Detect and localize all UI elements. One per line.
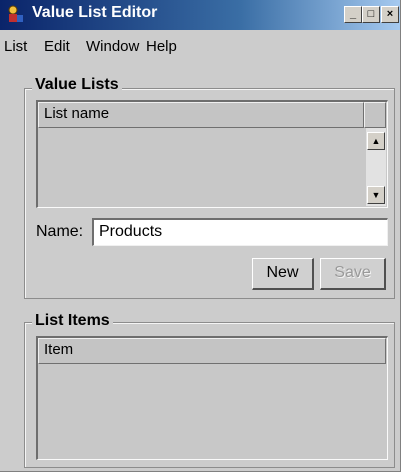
menu-help[interactable]: Help	[146, 38, 177, 55]
save-button[interactable]: Save	[320, 258, 386, 290]
window-title: Value List Editor	[32, 4, 158, 21]
list-name-column-header[interactable]: List name	[38, 102, 364, 128]
app-icon	[8, 5, 23, 22]
table-corner	[364, 102, 386, 128]
scroll-down-icon[interactable]: ▼	[367, 186, 385, 204]
menu-list[interactable]: List	[4, 38, 27, 55]
menu-window[interactable]: Window	[86, 38, 139, 55]
value-lists-scrollbar[interactable]: ▲ ▼	[366, 128, 386, 206]
title-bar[interactable]: Value List Editor _ □ ×	[0, 0, 400, 30]
maximize-button[interactable]: □	[362, 6, 380, 23]
name-input[interactable]: Products	[92, 218, 388, 246]
item-column-header[interactable]: Item	[38, 338, 386, 364]
menu-edit[interactable]: Edit	[44, 38, 70, 55]
new-button[interactable]: New	[252, 258, 314, 290]
scroll-up-icon[interactable]: ▲	[367, 132, 385, 150]
name-label: Name:	[36, 223, 84, 240]
close-button[interactable]: ×	[381, 6, 399, 23]
value-lists-title: Value Lists	[32, 76, 122, 94]
minimize-button[interactable]: _	[344, 6, 362, 23]
list-items-title: List Items	[32, 312, 113, 330]
value-list-editor-window: Value List Editor _ □ × List Edit Window…	[0, 0, 401, 472]
menu-bar: List Edit Window Help	[0, 38, 400, 60]
